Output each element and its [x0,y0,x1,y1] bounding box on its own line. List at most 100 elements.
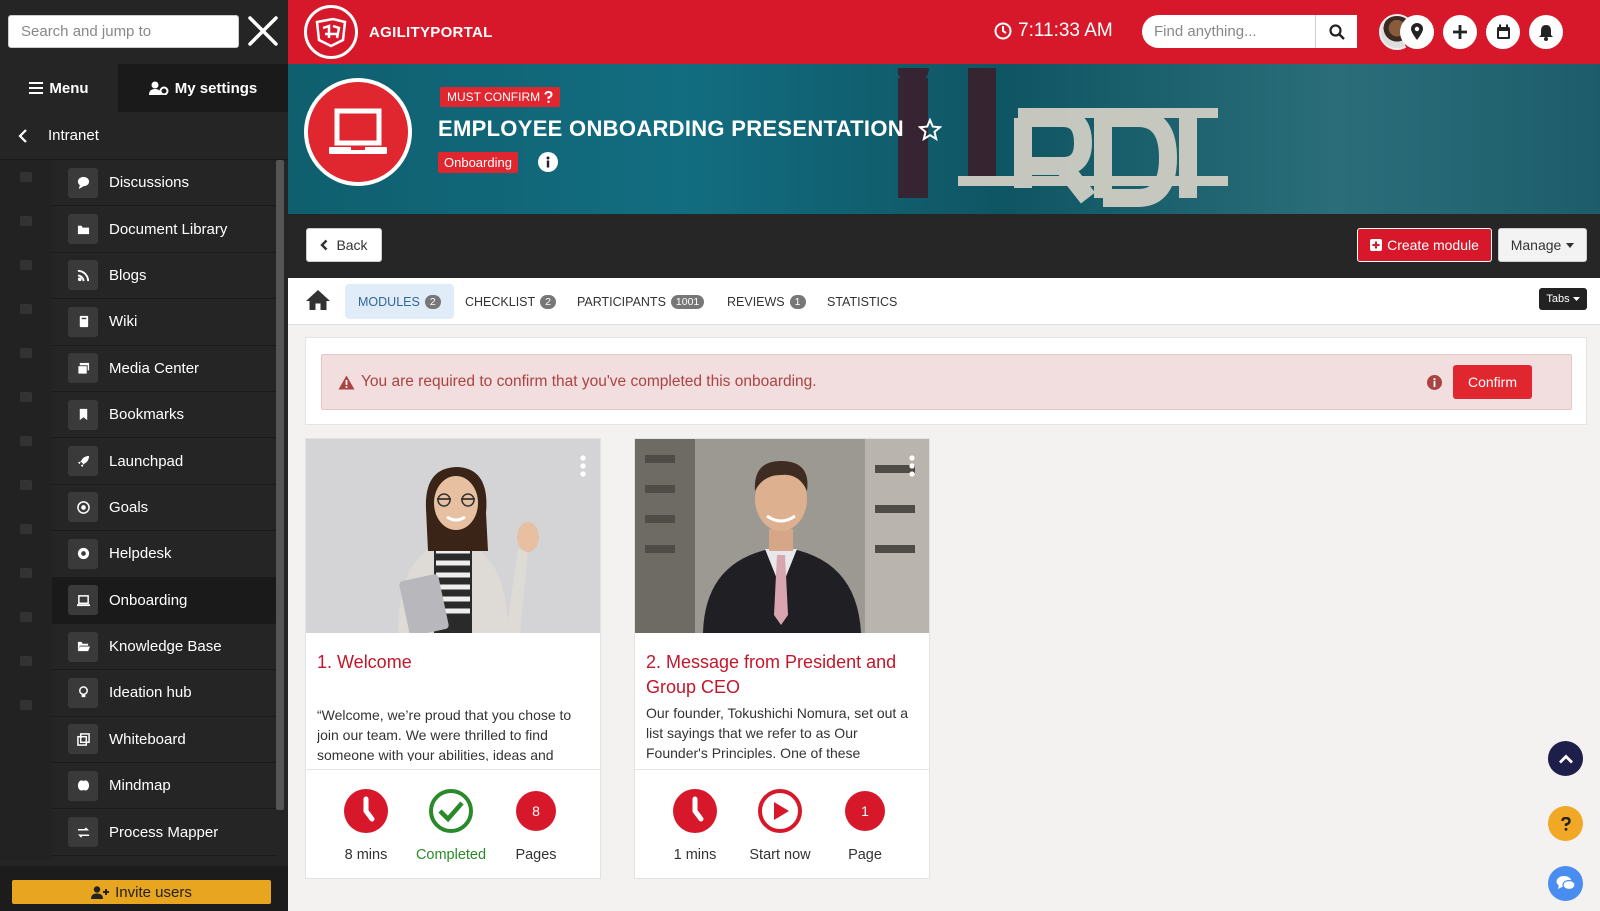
comments-icon [1556,876,1576,891]
sidebar-search-input[interactable] [8,15,239,48]
onboarding-avatar [304,78,412,186]
invite-users-button[interactable]: Invite users [12,880,271,904]
sidebar-item-goals[interactable]: Goals [52,485,276,532]
laptop-icon [68,585,98,616]
rail-search-icon [20,260,32,270]
sidebar-tab-my-settings[interactable]: My settings [118,64,288,112]
sidebar-item-helpdesk[interactable]: Helpdesk [52,531,276,578]
chevron-left-icon [18,128,27,143]
sidebar-item-label: Whiteboard [109,730,186,748]
rail-inbox-icon [20,436,32,446]
clock-icon [673,789,717,833]
clock-time: 7:11:33 AM [1018,20,1113,41]
back-button[interactable]: Back [306,228,382,262]
plus-square-icon [1370,239,1383,251]
module-card-ceo-message[interactable]: 2. Message from President and Group CEO … [634,438,930,879]
module-menu-icon[interactable] [909,455,915,477]
help-button[interactable] [1548,806,1583,841]
sidebar-item-document-library[interactable]: Document Library [52,206,276,253]
sidebar-item-onboarding[interactable]: Onboarding [52,577,276,624]
sidebar-item-label: Launchpad [109,452,184,470]
map-marker-icon [1411,23,1423,40]
tab-participants[interactable]: PARTICIPANTS 1001 [564,284,717,319]
sidebar-item-mindmap[interactable]: Mindmap [52,763,276,810]
star-icon[interactable] [917,117,942,141]
module-card-welcome[interactable]: 1. Welcome “Welcome, we’re proud that yo… [305,438,601,879]
page-title-text: EMPLOYEE ONBOARDING PRESENTATION [438,116,904,141]
sidebar-tab-menu[interactable]: Menu [0,64,118,112]
info-button[interactable] [538,152,558,172]
sidebar-item-wiki[interactable]: Wiki [52,299,276,346]
brain-icon [68,770,98,801]
tab-reviews[interactable]: REVIEWS 1 [714,284,819,319]
sidebar-item-ideation-hub[interactable]: Ideation hub [52,670,276,717]
welcome-woman-image-icon [306,439,600,633]
confirm-button[interactable]: Confirm [1453,365,1532,399]
brand-name: AGILITYPORTAL [369,24,493,41]
home-icon[interactable] [305,288,331,312]
sidebar-item-label: Process Mapper [109,823,219,841]
ceo-portrait-image-icon [635,439,929,633]
notifications-button[interactable] [1529,15,1563,49]
tab-statistics[interactable]: STATISTICS [814,284,910,319]
rail-gear-icon [20,524,32,534]
module-menu-icon[interactable] [580,455,586,477]
sidebar-item-blogs[interactable]: Blogs [52,253,276,300]
chat-button[interactable] [1548,866,1583,901]
question-icon [1560,816,1571,831]
module-title[interactable]: 2. Message from President and Group CEO [646,650,918,700]
brand-logo[interactable] [304,5,358,59]
chevron-up-icon [1558,754,1573,763]
global-search-button[interactable] [1315,15,1357,48]
clock-icon [344,789,388,833]
manage-dropdown-button[interactable]: Manage [1498,228,1587,262]
sidebar-item-whiteboard[interactable]: Whiteboard [52,717,276,764]
sidebar-item-bookmarks[interactable]: Bookmarks [52,392,276,439]
laptop-icon [329,108,387,154]
sidebar-item-knowledge-base[interactable]: Knowledge Base [52,624,276,671]
lifebuoy-icon [68,538,98,569]
category-badge[interactable]: Onboarding [438,152,518,173]
pages-count: 8 [532,803,540,819]
create-module-button[interactable]: Create module [1357,228,1492,262]
start-now-button[interactable]: Start now [735,789,825,863]
sidebar-item-label: Discussions [109,174,190,192]
calendar-icon [1496,24,1510,39]
sidebar-breadcrumb[interactable]: Intranet [0,112,288,160]
sidebar-item-launchpad[interactable]: Launchpad [52,438,276,485]
play-circle-icon [758,789,802,833]
pages-count-badge: 8 [516,791,556,831]
hero-background-image-icon [897,64,1228,207]
info-icon [546,156,550,168]
alert-info-button[interactable] [1427,375,1442,390]
sidebar-scrollbar[interactable] [276,160,284,810]
user-plus-icon [91,885,110,899]
status-label: Start now [749,847,811,863]
tab-count: 1 [789,294,806,309]
sidebar-item-discussions[interactable]: Discussions [52,160,276,207]
sidebar-item-label: Onboarding [109,591,188,609]
tabs-dropdown[interactable]: Tabs [1539,288,1587,310]
add-button[interactable] [1443,15,1477,49]
tab-checklist[interactable]: CHECKLIST 2 [452,284,569,319]
top-bar: AGILITYPORTAL 7:11:33 AM [288,0,1600,64]
chat-bubble-icon [68,167,98,198]
sidebar-item-process-mapper[interactable]: Process Mapper [52,809,276,856]
chevron-left-icon [320,239,328,251]
sidebar-breadcrumb-label: Intranet [48,127,99,144]
module-title[interactable]: 1. Welcome [317,650,589,675]
search-icon [1328,23,1345,40]
manage-label: Manage [1510,237,1562,253]
tab-label: PARTICIPANTS [577,294,666,309]
calendar-button[interactable] [1486,15,1520,49]
sidebar-search-area [0,0,288,64]
rail-find-icon [20,348,32,358]
back-label: Back [336,237,368,253]
plus-icon [1453,25,1467,39]
scroll-to-top-button[interactable] [1548,741,1583,776]
tab-modules[interactable]: MODULES 2 [345,284,454,319]
location-button[interactable] [1400,15,1434,49]
sidebar-item-media-center[interactable]: Media Center [52,346,276,392]
close-icon[interactable] [246,14,280,48]
sidebar-tab-menu-label: Menu [49,79,89,97]
